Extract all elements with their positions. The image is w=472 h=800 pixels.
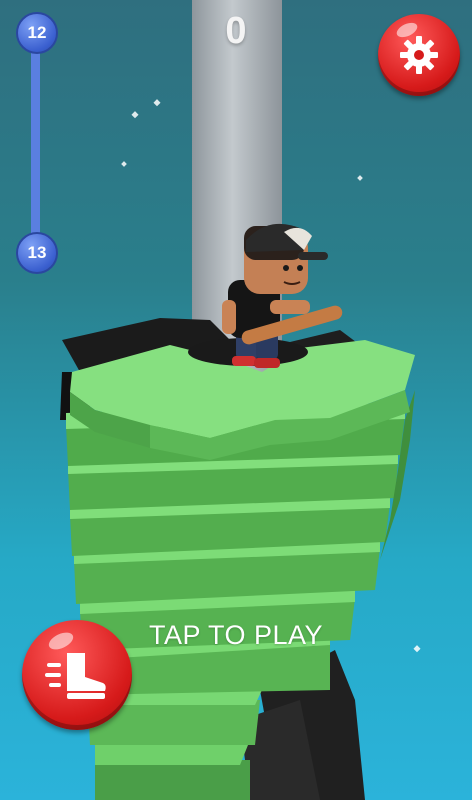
level-progress-bar [31, 30, 40, 252]
next-level-badge: 13 [16, 232, 58, 274]
level-progress-fill [31, 30, 40, 252]
kick-button[interactable] [22, 620, 132, 730]
next-level-number: 13 [27, 243, 47, 262]
settings-button[interactable] [378, 14, 460, 96]
game-scene[interactable]: 12 13 0 TAP TO PLAY [0, 0, 472, 800]
gear-icon [400, 36, 438, 74]
sneaker-kick-icon [45, 653, 106, 699]
green-tower [66, 338, 415, 800]
